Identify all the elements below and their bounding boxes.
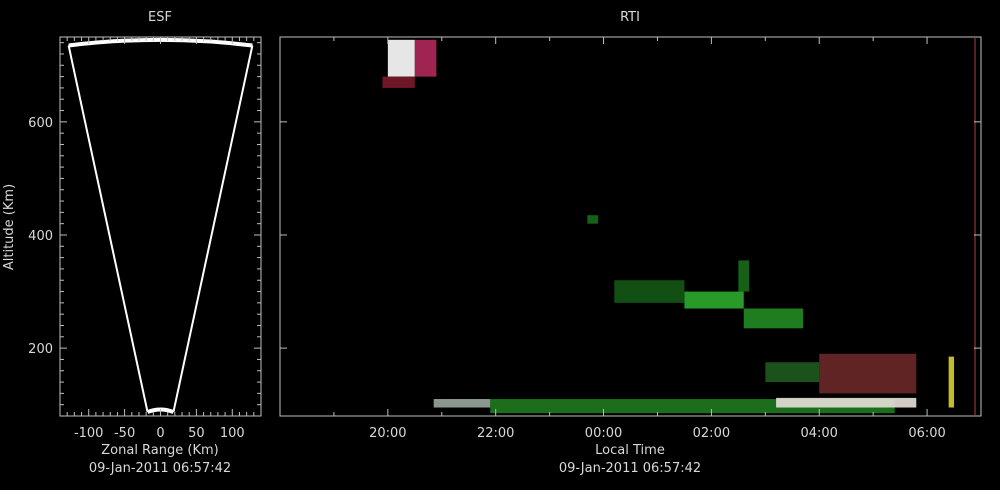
rti-xtick-label: 02:00 <box>693 426 730 441</box>
esf-frame <box>59 36 262 417</box>
esf-timestamp: 09-Jan-2011 06:57:42 <box>89 461 231 476</box>
figure: ESF -100 -50 0 50 100 200 400 600 Altitude (Km)… <box>2 10 982 476</box>
rti-echo-region-2 <box>382 76 415 88</box>
rti-echo-region-9 <box>743 308 804 329</box>
rti-plot-area <box>382 39 955 414</box>
esf-xtick-label: -50 <box>114 426 135 441</box>
rti-title: RTI <box>620 10 640 25</box>
esf-plot-area <box>67 37 254 414</box>
rti-xtick-label: 20:00 <box>369 426 406 441</box>
esf-beam-edge-1 <box>172 45 254 413</box>
rti-echo-region-8 <box>684 291 744 309</box>
rti-xtick-label: 22:00 <box>477 426 514 441</box>
esf-xtick-label: 100 <box>220 426 245 441</box>
esf-panel: ESF -100 -50 0 50 100 200 400 600 Altitude (Km)… <box>2 10 262 476</box>
rti-timestamp: 09-Jan-2011 06:57:42 <box>559 461 701 476</box>
esf-xtick-label: 0 <box>156 426 164 441</box>
rti-xlabel: Local Time <box>595 443 665 458</box>
esf-beam-edge-0 <box>67 45 149 413</box>
rti-echo-region-10 <box>738 260 750 292</box>
rti-echo-region-3 <box>433 399 491 408</box>
rti-xtick-label: 00:00 <box>585 426 622 441</box>
esf-ylabel: Altitude (Km) <box>2 184 17 270</box>
esf-ytick-label: 200 <box>28 342 53 357</box>
rti-echo-region-11 <box>614 280 685 303</box>
rti-echo-region-0 <box>387 39 415 77</box>
esf-xlabel: Zonal Range (Km) <box>101 443 218 458</box>
esf-ytick-label: 400 <box>28 229 53 244</box>
rti-echo-region-6 <box>819 353 917 394</box>
esf-axes: -100 -50 0 50 100 200 400 600 <box>28 37 261 441</box>
rti-echo-region-5 <box>776 397 917 408</box>
esf-xtick-label: 50 <box>188 426 205 441</box>
rti-xtick-label: 06:00 <box>908 426 945 441</box>
esf-title: ESF <box>148 10 172 25</box>
rti-echo-region-12 <box>587 215 599 224</box>
rti-echo-region-13 <box>948 356 955 408</box>
esf-xtick-label: -100 <box>74 426 104 441</box>
rti-echo-region-1 <box>414 39 437 77</box>
rti-xtick-label: 04:00 <box>800 426 837 441</box>
rti-echo-region-7 <box>765 362 820 383</box>
esf-ytick-label: 600 <box>28 116 53 131</box>
rti-panel: RTI 20:00 22:00 00:00 02:00 04:00 06:00 Local… <box>279 10 982 476</box>
